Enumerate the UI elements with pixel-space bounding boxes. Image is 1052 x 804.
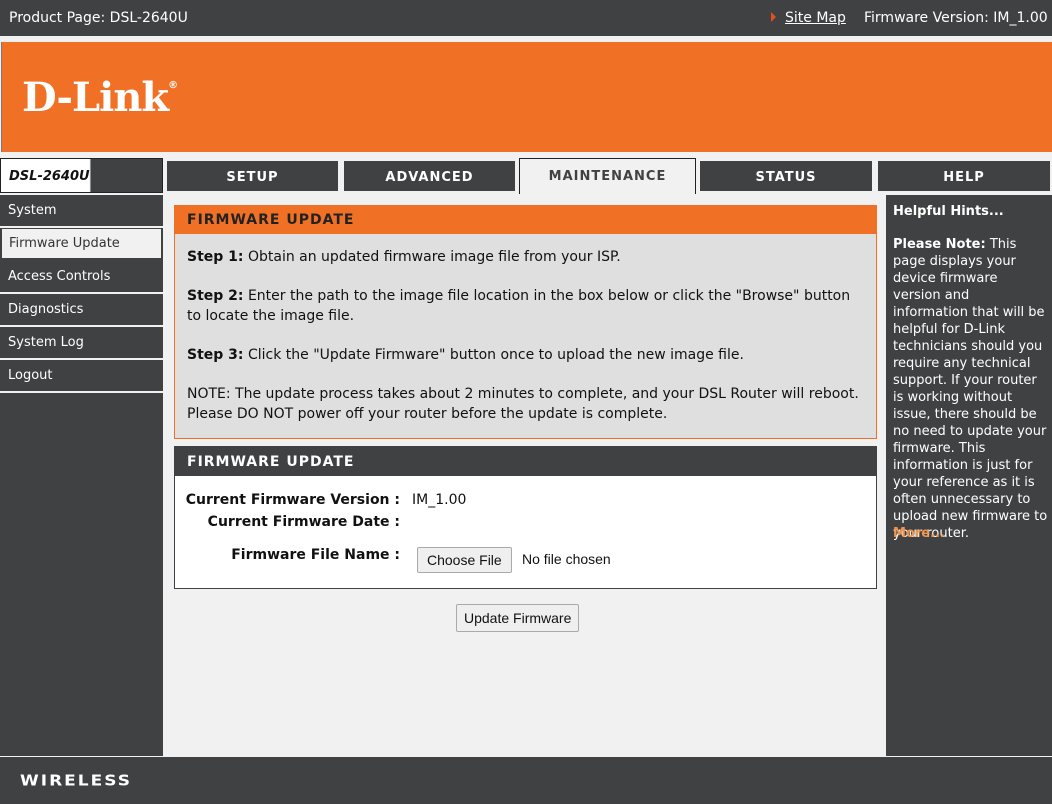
file-name-label: Firmware File Name : xyxy=(231,547,400,563)
step-1: Step 1: Obtain an updated firmware image… xyxy=(187,249,621,265)
step-3: Step 3: Click the "Update Firmware" butt… xyxy=(187,347,744,363)
instructions-panel: FIRMWARE UPDATE Step 1: Obtain an update… xyxy=(174,205,877,439)
current-version-label: Current Firmware Version : xyxy=(185,492,400,508)
tab-setup[interactable]: SETUP xyxy=(167,161,338,191)
dlink-logo: D-Link® xyxy=(22,74,178,121)
sidebar: System Firmware Update Access Controls D… xyxy=(0,195,163,756)
model-label: DSL-2640U xyxy=(9,169,90,184)
tab-advanced[interactable]: ADVANCED xyxy=(344,161,515,191)
site-map-link[interactable]: Site Map xyxy=(773,10,846,26)
sidebar-item-logout[interactable]: Logout xyxy=(0,360,163,393)
header-banner: D-Link® xyxy=(1,42,1052,152)
sidebar-item-access-controls[interactable]: Access Controls xyxy=(0,261,163,294)
firmware-version-label: Firmware Version: IM_1.00 xyxy=(864,10,1048,26)
tab-status[interactable]: STATUS xyxy=(700,161,872,191)
current-date-label: Current Firmware Date : xyxy=(207,514,400,530)
wireless-logo: WIRELESS xyxy=(20,772,132,790)
helpful-hints-panel: Helpful Hints... Please Note: This page … xyxy=(886,195,1052,756)
sidebar-item-diagnostics[interactable]: Diagnostics xyxy=(0,294,163,327)
model-badge: DSL-2640U xyxy=(0,158,163,193)
step-2: Step 2: Enter the path to the image file… xyxy=(187,288,851,324)
update-firmware-button[interactable]: Update Firmware xyxy=(456,604,580,632)
sidebar-item-firmware-update[interactable]: Firmware Update xyxy=(1,228,162,259)
choose-file-button[interactable]: Choose File xyxy=(417,547,512,573)
instructions-title: FIRMWARE UPDATE xyxy=(175,206,876,234)
more-link[interactable]: More... xyxy=(893,525,945,542)
firmware-form-panel: FIRMWARE UPDATE Current Firmware Version… xyxy=(174,446,877,589)
current-version-value: IM_1.00 xyxy=(412,492,467,508)
product-page-label: Product Page: DSL-2640U xyxy=(9,10,188,26)
sidebar-item-system[interactable]: System xyxy=(0,195,163,228)
tab-help[interactable]: HELP xyxy=(878,161,1050,191)
stripes-decoration xyxy=(94,159,118,192)
update-note: NOTE: The update process takes about 2 m… xyxy=(187,386,859,422)
firmware-form-title: FIRMWARE UPDATE xyxy=(175,447,876,476)
hints-title: Helpful Hints... xyxy=(893,204,1004,219)
footer: WIRELESS xyxy=(0,757,1052,804)
file-status: No file chosen xyxy=(522,551,611,567)
sidebar-item-system-log[interactable]: System Log xyxy=(0,327,163,360)
tab-maintenance[interactable]: MAINTENANCE xyxy=(519,158,696,194)
top-bar: Product Page: DSL-2640U Site Map Firmwar… xyxy=(0,0,1052,36)
hints-text: Please Note: This page displays your dev… xyxy=(893,237,1048,541)
